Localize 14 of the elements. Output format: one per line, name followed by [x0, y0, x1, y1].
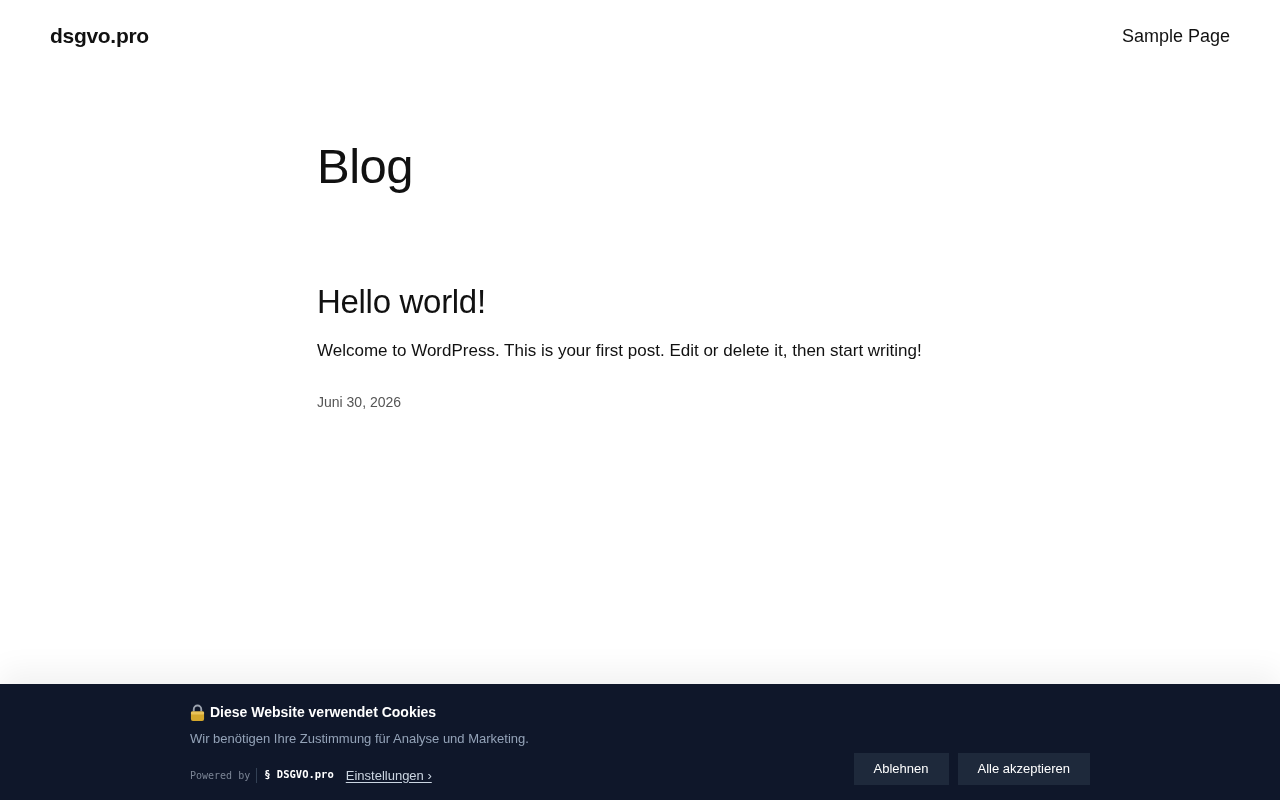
nav-link[interactable]: Sample Page — [1121, 22, 1230, 50]
post-date: Juni 30, 2026 — [317, 392, 402, 412]
post-title[interactable]: Hello world! — [317, 281, 486, 323]
accept-button[interactable]: Alle akzeptieren — [957, 753, 1090, 785]
decline-button[interactable]: Ablehnen — [853, 753, 949, 785]
powered-by-label: Powered by — [190, 767, 258, 783]
settings-link[interactable]: Einstellungen › — [345, 765, 432, 785]
site-title[interactable]: dsgvo.pro — [50, 20, 149, 52]
cookie-title: Diese Website verwendet Cookies — [210, 703, 437, 722]
page-title: Blog — [317, 142, 414, 191]
brand-label[interactable]: § DSGVO.pro — [257, 767, 334, 784]
cookie-message: Wir benötigen Ihre Zustimmung für Analyse und Marketing. — [190, 730, 529, 748]
post-excerpt: Welcome to WordPress. This is your first post. Edit or delete it, then start writing! — [317, 340, 922, 363]
padlock-icon — [190, 704, 205, 721]
